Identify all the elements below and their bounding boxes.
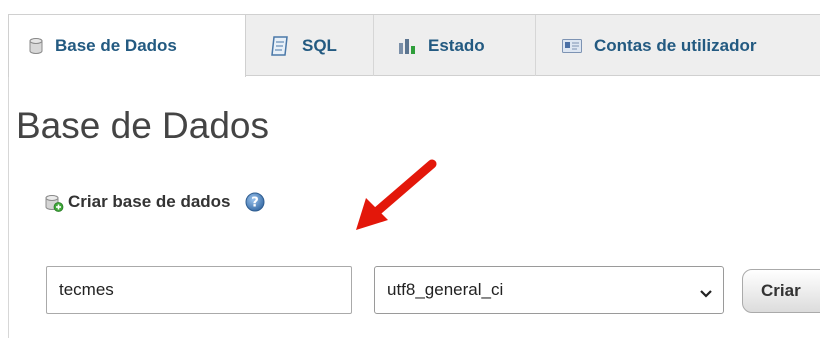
top-tab-bar: Base de Dados SQL Estado Contas de utili… (8, 14, 820, 77)
sql-document-icon (270, 35, 290, 57)
create-database-heading: Criar base de dados ? (44, 192, 265, 212)
collation-selected-value: utf8_general_ci (387, 280, 504, 299)
user-accounts-icon (562, 38, 582, 53)
help-icon[interactable]: ? (245, 192, 265, 212)
database-name-input[interactable] (46, 266, 352, 314)
status-chart-icon (398, 37, 416, 55)
tab-sql[interactable]: SQL (246, 15, 374, 76)
tab-database[interactable]: Base de Dados (8, 15, 246, 77)
chevron-down-icon (699, 284, 713, 304)
tab-status[interactable]: Estado (374, 15, 536, 76)
tab-status-label: Estado (428, 35, 485, 55)
red-arrow-annotation (356, 159, 437, 230)
collation-select[interactable]: utf8_general_ci (374, 266, 724, 314)
page-title: Base de Dados (16, 105, 270, 146)
tab-user-accounts[interactable]: Contas de utilizador (536, 15, 820, 76)
add-database-icon (44, 192, 64, 212)
tab-database-label: Base de Dados (55, 36, 177, 55)
phpmyadmin-page: Base de Dados SQL Estado Contas de utili… (0, 0, 820, 338)
svg-text:?: ? (251, 196, 259, 211)
database-icon (29, 38, 43, 54)
create-button[interactable]: Criar (742, 269, 820, 313)
tab-user-accounts-label: Contas de utilizador (594, 35, 757, 55)
tab-sql-label: SQL (302, 35, 337, 55)
create-database-label: Criar base de dados (68, 192, 231, 211)
